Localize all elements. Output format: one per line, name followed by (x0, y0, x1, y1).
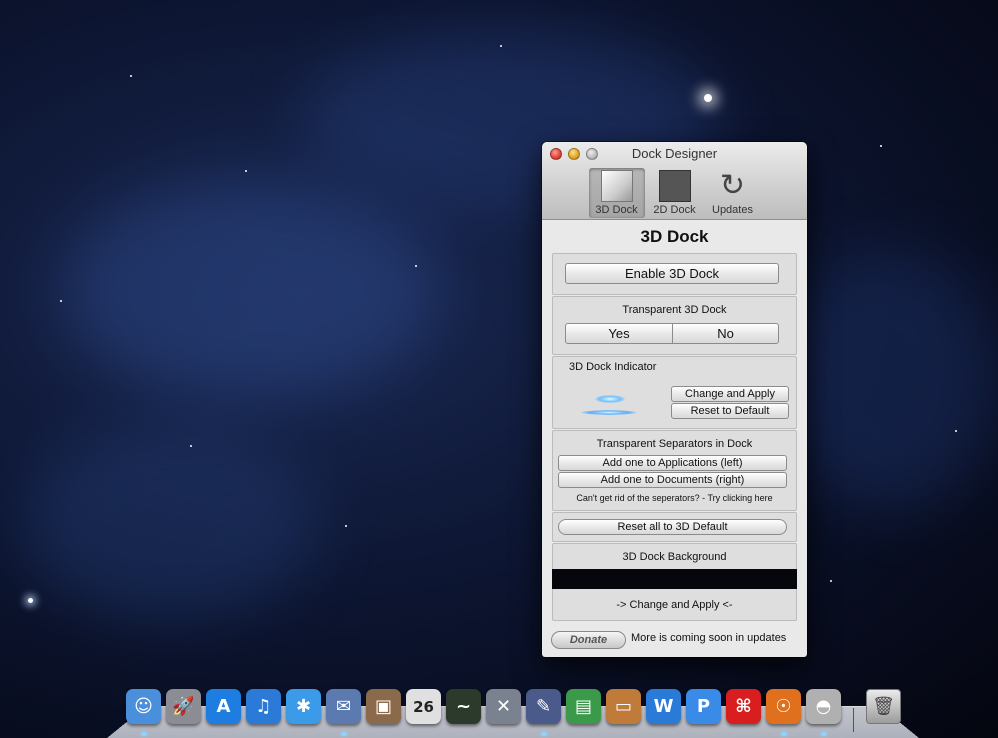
dock-separator (853, 708, 854, 732)
indicator-reflection-icon (581, 410, 637, 415)
toolbar: 3D Dock 2D Dock ↻ Updates (542, 168, 807, 218)
3d-dock-icon (600, 170, 633, 202)
window-title: Dock Designer (631, 146, 718, 161)
enable-3d-dock-button[interactable]: Enable 3D Dock (565, 263, 779, 284)
indicator-change-button[interactable]: Change and Apply (671, 386, 789, 402)
utilities-icon[interactable]: ✕ (486, 689, 521, 724)
firefox-icon[interactable]: ☉ (766, 689, 801, 724)
2d-dock-icon (658, 170, 691, 202)
running-indicator (341, 732, 347, 736)
keynote-icon[interactable]: ▭ (606, 689, 641, 724)
running-indicator (821, 732, 827, 736)
yes-button[interactable]: Yes (565, 323, 673, 344)
tab-updates[interactable]: ↻ Updates (705, 168, 761, 218)
itunes-icon[interactable]: ♫ (246, 689, 281, 724)
mail-icon[interactable]: ✉ (326, 689, 361, 724)
background-change-button[interactable]: -> Change and Apply <- (553, 599, 796, 611)
star (60, 300, 62, 302)
tab-label: Updates (712, 204, 753, 216)
enable-section: Enable 3D Dock (552, 253, 797, 295)
star (830, 580, 832, 582)
dock-background-preview[interactable] (552, 569, 797, 589)
no-button[interactable]: No (672, 323, 779, 344)
running-indicator (781, 732, 787, 736)
star (245, 170, 247, 172)
star (345, 525, 347, 527)
activity-monitor-icon[interactable]: ~ (446, 689, 481, 724)
star (130, 75, 132, 77)
tab-label: 3D Dock (595, 204, 638, 216)
add-documents-separator-button[interactable]: Add one to Documents (right) (558, 472, 787, 488)
safari-icon[interactable]: ✱ (286, 689, 321, 724)
photos-icon[interactable]: ▣ (366, 689, 401, 724)
launchpad-icon[interactable]: 🚀 (166, 689, 201, 724)
bright-star (28, 598, 33, 603)
donate-button[interactable]: Donate (551, 631, 626, 649)
footer-note: More is coming soon in updates (631, 632, 787, 644)
tab-label: 2D Dock (653, 204, 696, 216)
running-indicator (541, 732, 547, 736)
pro-app-icon[interactable]: P (686, 689, 721, 724)
tab-3d-dock[interactable]: 3D Dock (588, 168, 645, 218)
app-store-icon[interactable]: A (206, 689, 241, 724)
section-title: 3D Dock Background (622, 551, 727, 563)
trash-icon[interactable]: 🗑 (866, 689, 901, 724)
section-title: Transparent 3D Dock (622, 304, 727, 316)
running-indicator (141, 732, 147, 736)
reset-all-section: Reset all to 3D Default (552, 512, 797, 542)
indicator-reset-button[interactable]: Reset to Default (671, 403, 789, 419)
indicator-section: 3D Dock Indicator Change and Apply Reset… (552, 356, 797, 429)
nebula-cloud (60, 180, 440, 400)
star (955, 430, 957, 432)
calendar-icon[interactable]: 26 (406, 689, 441, 724)
dock-icons: ☺ 🚀 A ♫ ✱ ✉ ▣ 26 ~ ✕ ✎ ▤ ▭ W P ⌘ ☉ ◓ (126, 689, 841, 724)
section-title: Transparent Separators in Dock (596, 438, 753, 450)
title-bar[interactable]: Dock Designer 3D Dock 2D Dock ↻ Updates (542, 142, 807, 220)
dock-designer-icon[interactable]: ◓ (806, 689, 841, 724)
bright-star (704, 94, 712, 102)
acrobat-icon[interactable]: ⌘ (726, 689, 761, 724)
separators-section: Transparent Separators in Dock Add one t… (552, 430, 797, 511)
separators-hint-link[interactable]: Can't get rid of the seperators? - Try c… (553, 493, 796, 503)
nebula-cloud (780, 250, 998, 510)
page-title: 3D Dock (640, 227, 709, 246)
star (415, 265, 417, 267)
numbers-icon[interactable]: ▤ (566, 689, 601, 724)
transparent-section: Transparent 3D Dock Yes No (552, 296, 797, 355)
star (880, 145, 882, 147)
tab-2d-dock[interactable]: 2D Dock (647, 168, 703, 218)
star (190, 445, 192, 447)
word-icon[interactable]: W (646, 689, 681, 724)
refresh-icon: ↻ (719, 169, 746, 202)
indicator-glow-icon (595, 395, 625, 403)
xcode-icon[interactable]: ✎ (526, 689, 561, 724)
nebula-cloud (20, 420, 320, 620)
content-area: 3D Dock Enable 3D Dock Transparent 3D Do… (542, 221, 807, 657)
finder-icon[interactable]: ☺ (126, 689, 161, 724)
add-applications-separator-button[interactable]: Add one to Applications (left) (558, 455, 787, 471)
section-title: 3D Dock Indicator (569, 361, 657, 373)
dock-designer-window: Dock Designer 3D Dock 2D Dock ↻ Updates … (542, 142, 807, 657)
star (500, 45, 502, 47)
reset-all-button[interactable]: Reset all to 3D Default (558, 519, 787, 535)
